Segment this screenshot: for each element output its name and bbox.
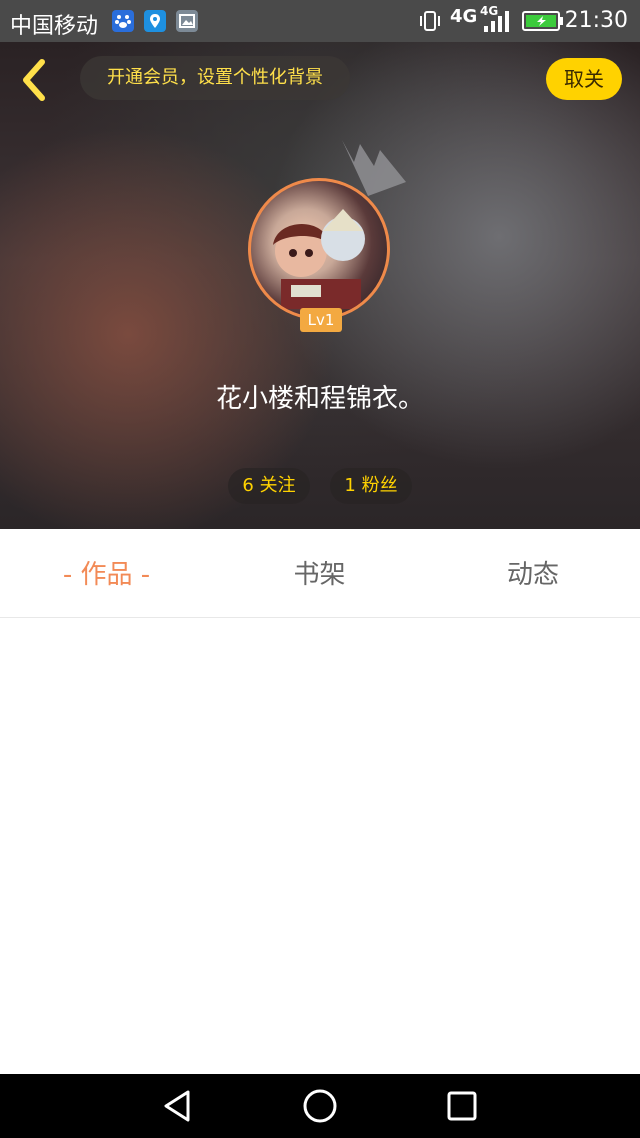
- level-badge: Lv1: [300, 308, 342, 332]
- back-button[interactable]: [16, 58, 56, 102]
- vip-background-promo[interactable]: 开通会员，设置个性化背景: [80, 56, 350, 100]
- back-triangle-icon[interactable]: [160, 1088, 196, 1124]
- user-nickname: 花小楼和程锦衣。: [215, 384, 424, 414]
- home-circle-icon[interactable]: [302, 1088, 338, 1124]
- profile-tabs: - 作品 - 书架 动态: [0, 529, 640, 618]
- profile-header: 开通会员，设置个性化背景 取关 Lv1 花小楼和程锦衣。 6 关注 1 粉丝: [0, 42, 640, 529]
- avatar-container[interactable]: [248, 178, 390, 320]
- fans-count[interactable]: 1 粉丝: [330, 468, 412, 504]
- avatar[interactable]: [248, 178, 390, 320]
- gallery-icon: [176, 10, 198, 32]
- system-nav-bar: [0, 1074, 640, 1138]
- unfollow-button[interactable]: 取关: [546, 58, 622, 100]
- clock: 21:30: [564, 8, 628, 33]
- tab-bookshelf[interactable]: 书架: [213, 529, 426, 617]
- location-pin-icon: [144, 10, 166, 32]
- status-bar: 中国移动 4G 4G 21:30: [0, 0, 640, 42]
- chevron-left-icon: [16, 59, 56, 106]
- recents-square-icon[interactable]: [444, 1088, 480, 1124]
- vibrate-icon: [418, 9, 442, 39]
- tab-content-area: [0, 618, 640, 1074]
- network-type-a: 4G: [450, 6, 478, 27]
- tab-activity[interactable]: 动态: [426, 529, 640, 617]
- signal-icon: [482, 10, 510, 40]
- tab-works[interactable]: - 作品 -: [0, 529, 213, 617]
- carrier-name: 中国移动: [10, 14, 99, 39]
- battery-charging-icon: [522, 10, 564, 38]
- following-count[interactable]: 6 关注: [228, 468, 310, 504]
- baidu-paw-icon: [112, 10, 134, 32]
